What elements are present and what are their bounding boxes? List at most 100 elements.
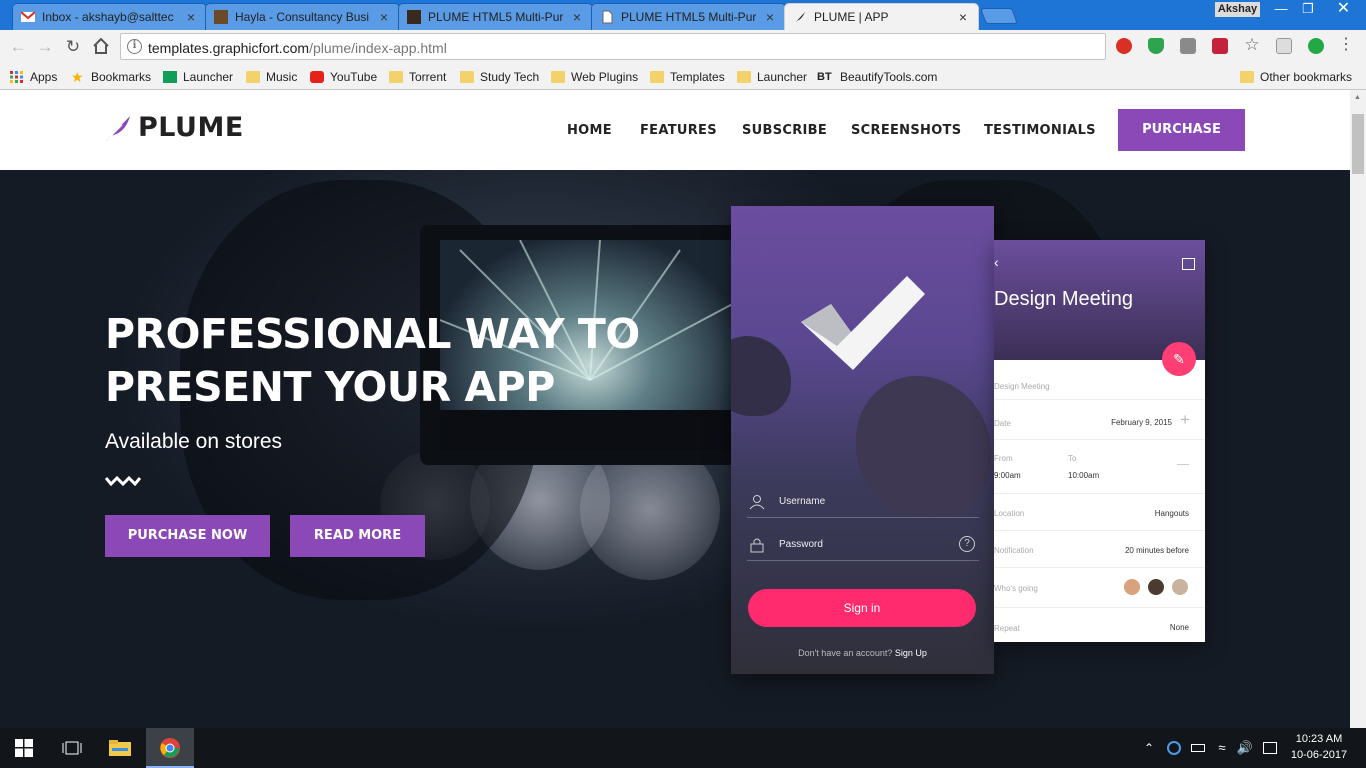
home-icon[interactable] xyxy=(91,37,111,57)
info-icon[interactable]: i xyxy=(127,39,142,54)
folder-icon xyxy=(389,71,403,83)
back-arrow-icon[interactable]: ← xyxy=(8,37,28,57)
tab-title: PLUME HTML5 Multi-Pur xyxy=(428,10,564,24)
bookmark-music[interactable]: Music xyxy=(246,68,297,86)
nav-subscribe[interactable]: SUBSCRIBE xyxy=(742,123,827,138)
to-value: 10:00am xyxy=(1068,471,1100,480)
scroll-up-icon[interactable]: ▲ xyxy=(1354,94,1361,101)
restore-icon[interactable]: ❐ xyxy=(1295,1,1321,17)
bookmark-launcher-sheets[interactable]: Launcher xyxy=(163,68,233,86)
bt-icon: BT xyxy=(817,71,832,83)
bookmark-launcher[interactable]: Launcher xyxy=(737,68,807,86)
folder-icon xyxy=(1240,71,1254,83)
bookmark-study-tech[interactable]: Study Tech xyxy=(460,68,539,86)
nav-features[interactable]: FEATURES xyxy=(640,123,717,138)
site-logo[interactable]: PLUME xyxy=(104,112,244,143)
hero-subtitle: Available on stores xyxy=(105,430,283,453)
tab-plume-1[interactable]: PLUME HTML5 Multi-Pur × xyxy=(398,3,593,30)
extension-red-icon[interactable] xyxy=(1116,38,1132,54)
back-chevron-icon[interactable]: ‹ xyxy=(994,254,999,270)
wifi-icon[interactable]: ≈ xyxy=(1212,728,1232,768)
event-screen-mockup: ‹ Design Meeting ✎ Design Meeting Date F… xyxy=(994,240,1205,642)
browser-toolbar: ← → ↻ i templates.graphicfort.com/plume/… xyxy=(0,30,1366,64)
signup-link[interactable]: Sign Up xyxy=(895,648,927,658)
clock-time: 10:23 AM xyxy=(1295,733,1343,745)
location-value: Hangouts xyxy=(1154,509,1189,518)
page-scrollbar[interactable]: ▲ xyxy=(1350,90,1366,728)
windows-start-icon[interactable] xyxy=(0,728,48,768)
apps-grid-icon xyxy=(10,71,24,83)
extension-mail-icon[interactable] xyxy=(1276,38,1292,54)
avatar xyxy=(1172,579,1188,595)
bookmark-label: Torrent xyxy=(409,70,447,84)
signin-button[interactable]: Sign in xyxy=(748,589,976,627)
nav-screenshots[interactable]: SCREENSHOTS xyxy=(851,123,961,138)
password-field[interactable]: Password ? xyxy=(747,535,979,561)
notification-center-icon[interactable] xyxy=(1260,728,1280,768)
tab-hayla[interactable]: Hayla - Consultancy Busi × xyxy=(205,3,400,30)
minimize-icon[interactable]: — xyxy=(1268,1,1294,17)
close-icon[interactable]: × xyxy=(377,9,391,25)
bookmark-torrent[interactable]: Torrent xyxy=(389,68,446,86)
url-text[interactable]: templates.graphicfort.com/plume/index-ap… xyxy=(148,40,447,56)
address-bar[interactable]: i templates.graphicfort.com/plume/index-… xyxy=(120,33,1106,60)
other-bookmarks[interactable]: Other bookmarks xyxy=(1240,68,1352,86)
volume-icon[interactable]: 🔊 xyxy=(1235,728,1255,768)
bookmark-web-plugins[interactable]: Web Plugins xyxy=(551,68,638,86)
close-icon[interactable]: × xyxy=(570,9,584,25)
sheets-icon xyxy=(163,71,177,83)
profile-button[interactable]: Akshay xyxy=(1215,2,1260,17)
forward-arrow-icon[interactable]: → xyxy=(35,37,55,57)
tab-plume-app[interactable]: PLUME | APP × xyxy=(784,3,979,30)
url-path: /plume/index-app.html xyxy=(309,40,447,56)
folder-icon xyxy=(246,71,260,83)
close-icon[interactable]: × xyxy=(184,9,198,25)
dash-icon xyxy=(1177,464,1189,465)
bookmark-label: Web Plugins xyxy=(571,70,639,84)
purchase-now-button[interactable]: PURCHASE NOW xyxy=(105,515,270,557)
task-view-icon[interactable] xyxy=(48,728,96,768)
star-bookmark-icon[interactable]: ☆ xyxy=(1244,36,1260,54)
purchase-button[interactable]: PURCHASE xyxy=(1118,109,1245,151)
window-close-icon[interactable]: ✕ xyxy=(1322,1,1365,17)
close-icon[interactable]: × xyxy=(763,9,777,25)
new-tab-button[interactable] xyxy=(980,8,1018,24)
bookmark-apps[interactable]: Apps xyxy=(10,68,57,86)
bookmark-label: Templates xyxy=(670,70,725,84)
date-row: Date February 9, 2015 + xyxy=(994,400,1205,440)
from-label: From xyxy=(994,454,1013,463)
page-viewport: PLUME HOME FEATURES SUBSCRIBE SCREENSHOT… xyxy=(0,90,1350,728)
date-label: Date xyxy=(994,419,1011,428)
nav-testimonials[interactable]: TESTIMONIALS xyxy=(984,123,1096,138)
bookmark-templates[interactable]: Templates xyxy=(650,68,725,86)
bookmark-beautifytools[interactable]: BT BeautifyTools.com xyxy=(817,68,937,86)
help-icon[interactable]: ? xyxy=(959,536,975,552)
bookmark-bookmarks[interactable]: ★ Bookmarks xyxy=(71,68,151,86)
image-icon[interactable] xyxy=(1182,258,1195,270)
username-field[interactable]: Username xyxy=(747,492,979,518)
tray-chevron-up-icon[interactable]: ⌃ xyxy=(1140,728,1158,768)
file-explorer-icon[interactable] xyxy=(96,728,144,768)
tab-gmail[interactable]: Inbox - akshayb@saltteс × xyxy=(12,3,207,30)
close-icon[interactable]: × xyxy=(956,9,970,25)
chrome-tray-icon[interactable] xyxy=(1164,728,1184,768)
read-more-button[interactable]: READ MORE xyxy=(290,515,425,557)
bookmark-youtube[interactable]: YouTube xyxy=(310,68,377,86)
plus-icon[interactable]: + xyxy=(1180,410,1190,430)
menu-icon[interactable]: ⋮ xyxy=(1338,36,1354,53)
extension-gray-icon[interactable] xyxy=(1180,38,1196,54)
shield-icon[interactable] xyxy=(1148,38,1164,54)
extension-play-icon[interactable] xyxy=(1212,38,1228,54)
tab-plume-2[interactable]: PLUME HTML5 Multi-Pur × xyxy=(591,3,786,30)
to-label: To xyxy=(1068,454,1077,463)
reload-icon[interactable]: ↻ xyxy=(63,37,83,57)
battery-icon[interactable] xyxy=(1188,728,1208,768)
clock[interactable]: 10:23 AM 10-06-2017 xyxy=(1287,731,1351,763)
bookmark-label: Bookmarks xyxy=(91,70,152,84)
chrome-taskbar-icon[interactable] xyxy=(146,728,194,768)
login-screen-mockup: Username Password ? Sign in Don't have a… xyxy=(731,206,994,674)
nav-home[interactable]: HOME xyxy=(567,123,612,138)
extension-green-icon[interactable] xyxy=(1308,38,1324,54)
from-value: 9:00am xyxy=(994,471,1021,480)
scrollbar-thumb[interactable] xyxy=(1352,114,1364,174)
